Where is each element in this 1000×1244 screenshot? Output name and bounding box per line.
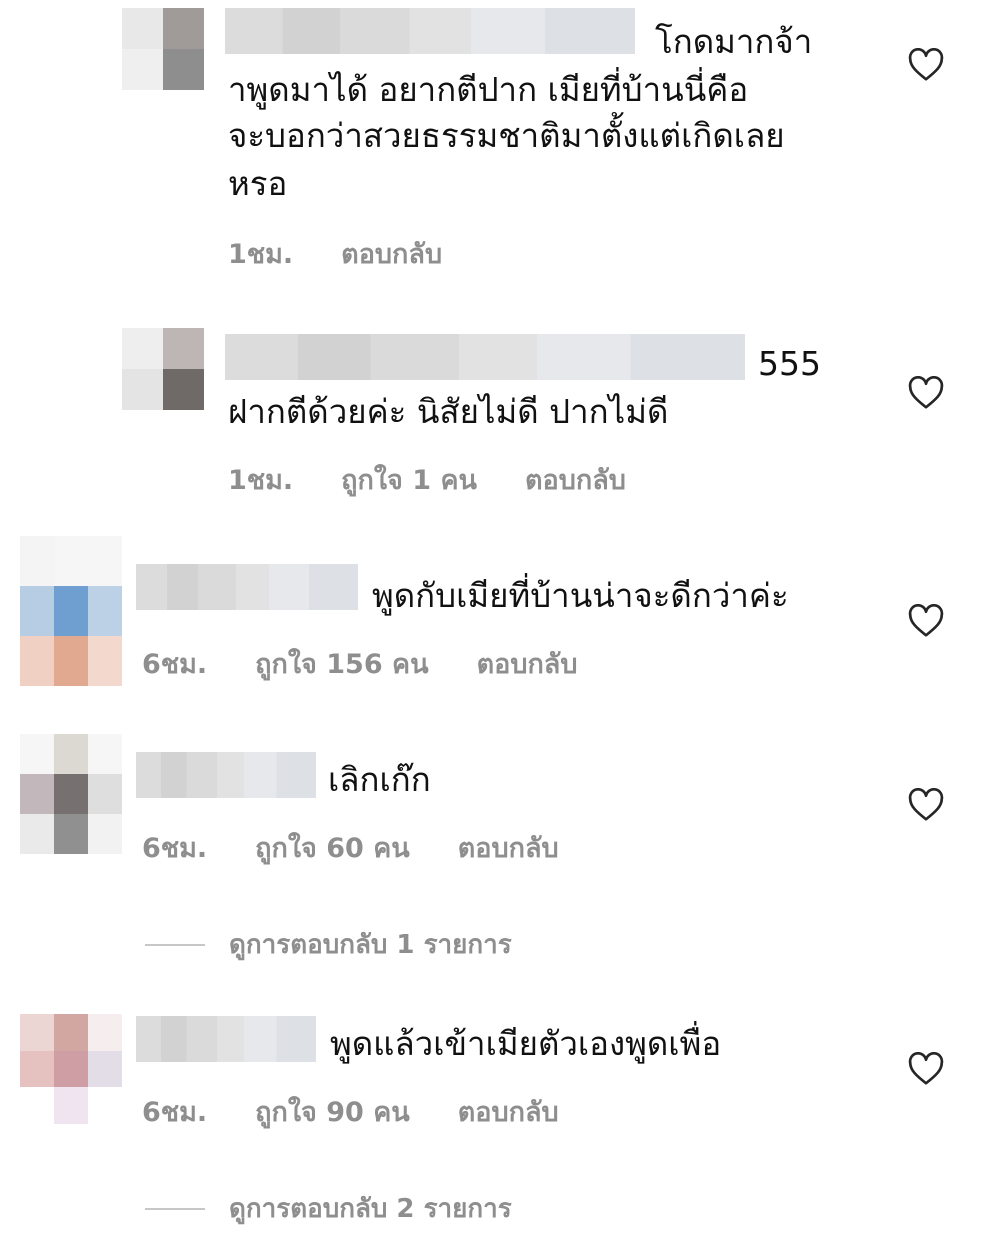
avatar[interactable] (20, 1014, 122, 1124)
comment-text-line: าพูดมาได้ อยากตีปาก เมียที่บ้านนี่คือ (228, 70, 749, 109)
username-blurred[interactable] (136, 1016, 316, 1062)
comment-meta: 1ชม. ถูกใจ 1 คน ตอบกลับ (228, 458, 626, 501)
comment-time: 1ชม. (228, 465, 294, 496)
comment-text-line: โกดมากจ้า (655, 22, 813, 61)
avatar[interactable] (20, 536, 122, 686)
view-replies-label: ดูการตอบกลับ 1 รายการ (229, 930, 512, 960)
likes-count[interactable]: ถูกใจ 60 คน (255, 826, 410, 869)
reply-button[interactable]: ตอบกลับ (458, 1090, 559, 1133)
comment-time: 1ชม. (228, 239, 294, 270)
view-replies-button[interactable]: ดูการตอบกลับ 2 รายการ (145, 1188, 512, 1229)
divider-line (145, 943, 205, 946)
avatar[interactable] (122, 8, 204, 90)
comment-text-line: เลิกเก๊ก (328, 760, 431, 799)
heart-icon[interactable] (908, 48, 944, 82)
avatar[interactable] (20, 734, 122, 854)
avatar[interactable] (122, 328, 204, 410)
comment-text-line: หรอ (228, 164, 288, 203)
comment-time: 6ชม. (142, 1097, 208, 1128)
view-replies-label: ดูการตอบกลับ 2 รายการ (229, 1194, 512, 1224)
comment-meta: 6ชม. ถูกใจ 60 คน ตอบกลับ (142, 826, 559, 869)
comment-time: 6ชม. (142, 649, 208, 680)
username-blurred[interactable] (225, 334, 745, 380)
reply-button[interactable]: ตอบกลับ (525, 458, 626, 501)
username-blurred[interactable] (225, 8, 635, 54)
heart-icon[interactable] (908, 604, 944, 638)
heart-icon[interactable] (908, 1052, 944, 1086)
reply-button[interactable]: ตอบกลับ (477, 642, 578, 685)
heart-icon[interactable] (908, 376, 944, 410)
comment-text-line: จะบอกว่าสวยธรรมชาติมาตั้งแต่เกิดเลย (228, 116, 785, 155)
comment-meta: 6ชม. ถูกใจ 90 คน ตอบกลับ (142, 1090, 559, 1133)
comment-text-line: พูดแล้วเข้าเมียตัวเองพูดเพื่อ (330, 1024, 722, 1063)
comment-time: 6ชม. (142, 833, 208, 864)
divider-line (145, 1207, 205, 1210)
comment-text-line: 555 (758, 344, 821, 383)
view-replies-button[interactable]: ดูการตอบกลับ 1 รายการ (145, 924, 512, 965)
likes-count[interactable]: ถูกใจ 156 คน (255, 642, 428, 685)
reply-button[interactable]: ตอบกลับ (341, 232, 442, 275)
username-blurred[interactable] (136, 752, 316, 798)
heart-icon[interactable] (908, 788, 944, 822)
likes-count[interactable]: ถูกใจ 1 คน (341, 458, 477, 501)
comment-text-line: ฝากตีด้วยค่ะ นิสัยไม่ดี ปากไม่ดี (228, 392, 669, 431)
comment-text-line: พูดกับเมียที่บ้านน่าจะดีกว่าค่ะ (372, 576, 789, 615)
comment-meta: 6ชม. ถูกใจ 156 คน ตอบกลับ (142, 642, 577, 685)
username-blurred[interactable] (136, 564, 358, 610)
likes-count[interactable]: ถูกใจ 90 คน (255, 1090, 410, 1133)
comment-meta: 1ชม. ตอบกลับ (228, 232, 442, 275)
reply-button[interactable]: ตอบกลับ (458, 826, 559, 869)
